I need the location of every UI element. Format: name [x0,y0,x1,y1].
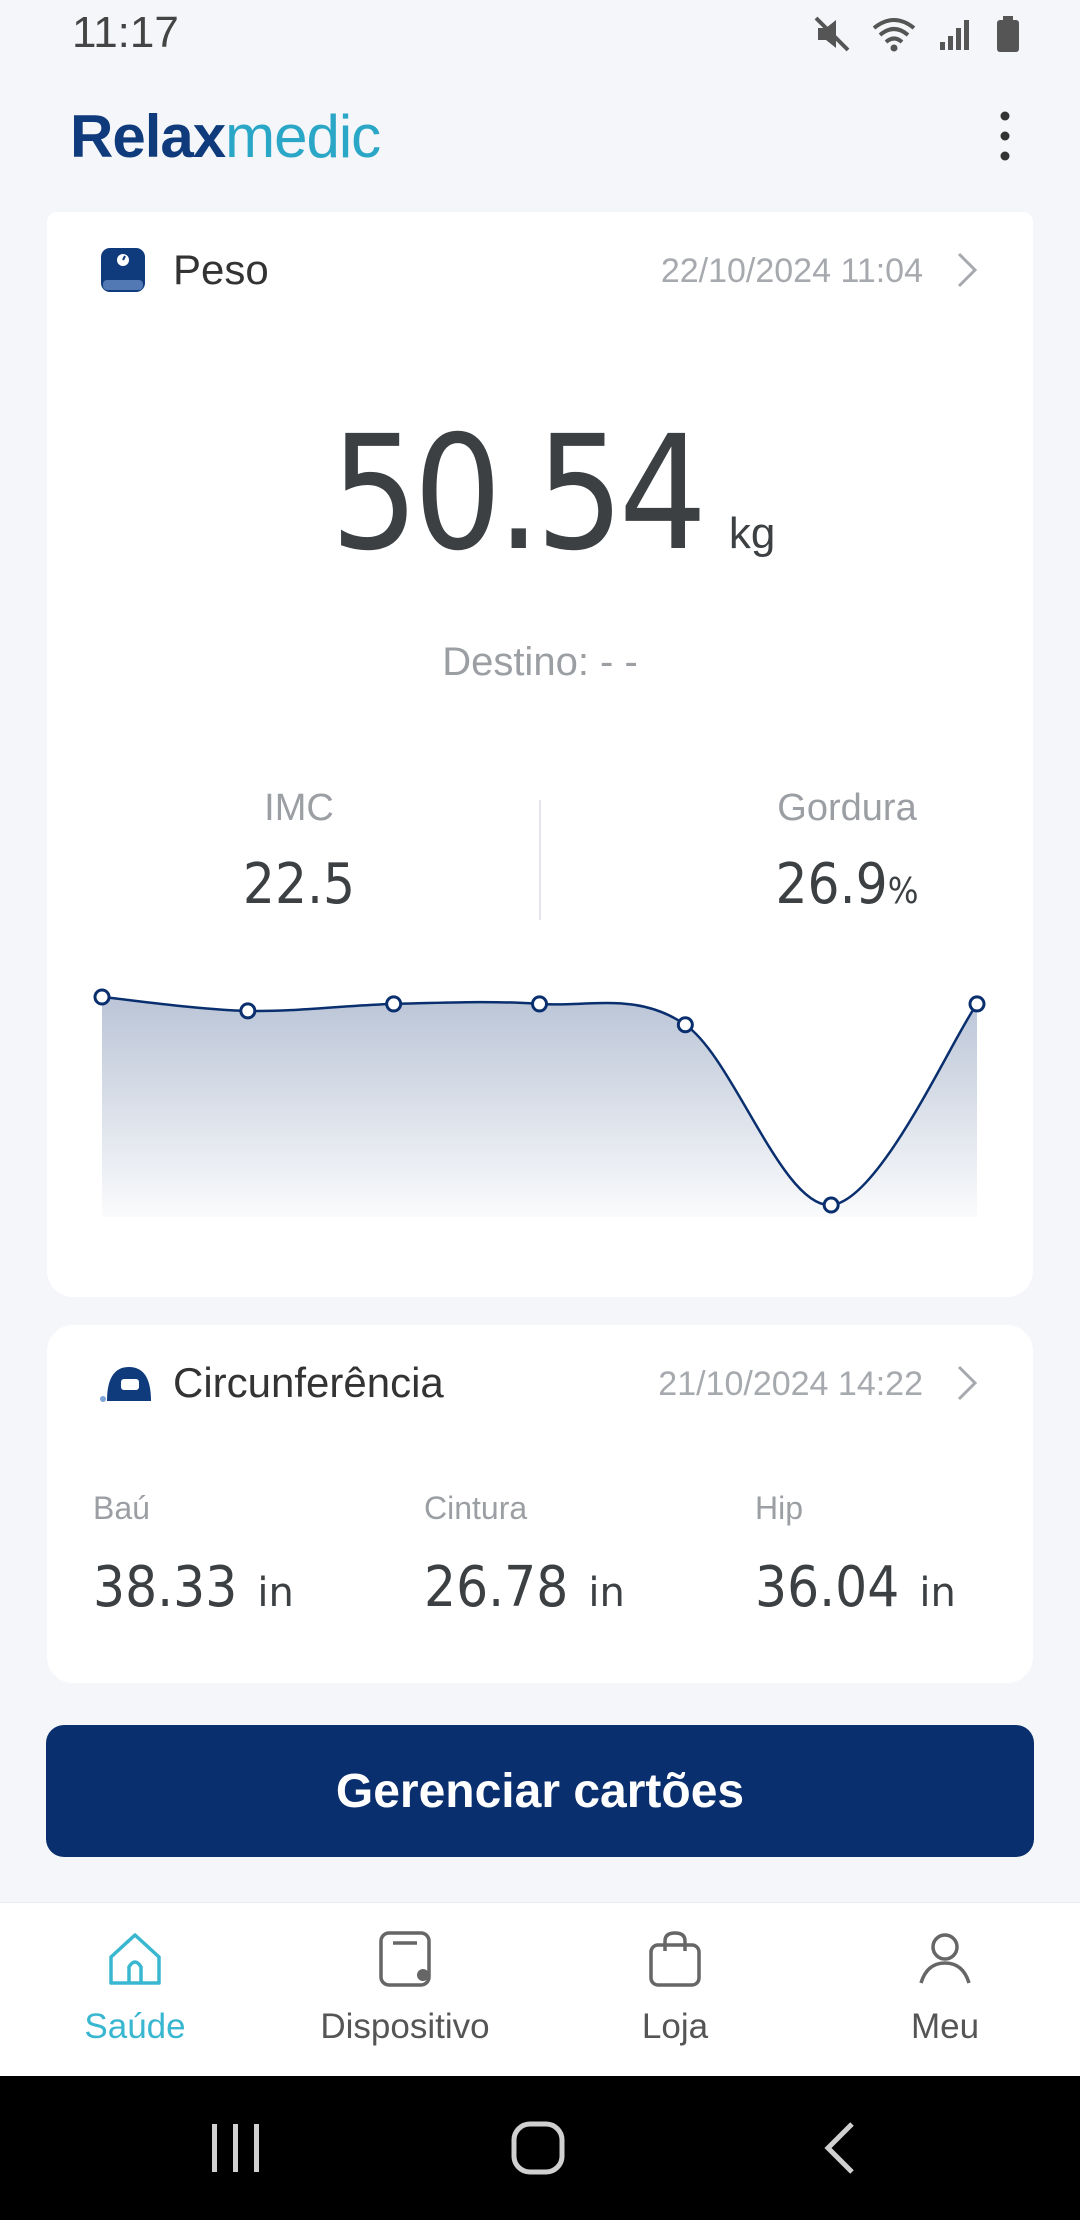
chest-value-row: 38.33 in [93,1555,294,1620]
weight-card-date: 22/10/2024 11:04 [660,252,923,290]
nav-label-store: Loja [641,2007,709,2046]
mute-icon [812,14,852,54]
waist-label: Cintura [424,1490,528,1526]
chart-point-4 [676,1016,694,1034]
circumference-card-date: 21/10/2024 14:22 [658,1365,923,1403]
nav-item-device[interactable]: Dispositivo [270,1927,540,2047]
hip-label: Hip [755,1490,804,1526]
weight-card-title: Peso [173,246,269,293]
fat-label: Gordura [777,787,917,829]
app-header: Relaxmedic [0,80,1080,210]
chart-point-2 [385,995,403,1013]
home-icon [0,1927,270,1991]
circumference-card-header[interactable]: Circunferência 21/10/2024 14:22 [47,1325,1033,1445]
app-logo: Relaxmedic [70,103,381,170]
home-button-icon[interactable] [508,2118,568,2183]
chest-value: 38.33 [93,1555,238,1620]
wifi-icon [870,14,918,54]
chart-point-6 [968,995,986,1013]
fat-unit: % [887,871,919,912]
nav-label-me: Meu [910,2007,980,2046]
chest-unit: in [257,1570,294,1616]
recent-apps-icon[interactable] [206,2120,266,2181]
nav-label-device: Dispositivo [320,2007,490,2046]
imc-label: IMC [264,787,334,829]
weight-card-header[interactable]: Peso 22/10/2024 11:04 [47,212,1033,332]
status-bar: 11:17 [0,0,1080,80]
target-weight: Destino: - - [442,640,638,684]
signal-icon [936,14,976,54]
chart-point-5 [822,1196,840,1214]
hip-unit: in [919,1570,956,1616]
fat-metric: Gordura 26.9% [647,787,1047,917]
more-vert-icon[interactable] [980,106,1030,166]
chevron-right-icon[interactable] [955,250,979,295]
chart-area [102,997,977,1217]
waist-value: 26.78 [424,1555,569,1620]
chart-point-3 [531,995,548,1013]
hip-measurement: Hip 36.04 in [755,1490,956,1620]
chest-measurement: Baú 38.33 in [93,1490,294,1620]
nav-item-health[interactable]: Saúde [0,1927,270,2047]
tape-measure-icon [99,1361,153,1410]
waist-measurement: Cintura 26.78 in [424,1490,625,1620]
weight-value: 50.54 [329,402,707,586]
manage-cards-button[interactable]: Gerenciar cartões [46,1725,1034,1857]
circumference-card[interactable]: Circunferência 21/10/2024 14:22 Baú 38.3… [47,1325,1033,1683]
person-icon [810,1927,1080,1991]
battery-icon [994,14,1022,54]
circumference-card-title: Circunferência [173,1359,444,1406]
nav-item-store[interactable]: Loja [540,1927,810,2047]
waist-value-row: 26.78 in [424,1555,625,1620]
back-icon[interactable] [820,2120,860,2181]
weight-value-display: 50.54 kg [47,402,1033,586]
bottom-nav: Saúde Dispositivo Loja Meu [0,1902,1080,2077]
nav-label-health: Saúde [84,2007,186,2046]
imc-value: 22.5 [242,852,356,917]
metric-divider [539,800,541,920]
hip-value: 36.04 [755,1555,900,1620]
status-icons [812,14,1022,54]
chevron-right-icon[interactable] [955,1363,979,1408]
chest-label: Baú [93,1490,150,1526]
chart-point-1 [239,1002,257,1020]
hip-value-row: 36.04 in [755,1555,956,1620]
chart-point-0 [93,988,111,1006]
shopping-bag-icon [540,1927,810,1991]
fat-value: 26.9 [775,852,888,917]
system-nav-bar [0,2076,1080,2220]
weight-card[interactable]: Peso 22/10/2024 11:04 50.54 kg Destino: -… [47,212,1033,1297]
waist-unit: in [588,1570,625,1616]
nav-item-me[interactable]: Meu [810,1927,1080,2047]
scale-icon [99,246,147,299]
status-time: 11:17 [72,8,179,57]
fat-value-row: 26.9% [667,852,1027,917]
weight-unit: kg [728,509,776,558]
imc-metric: IMC 22.5 [99,787,499,917]
device-icon [270,1927,540,1991]
